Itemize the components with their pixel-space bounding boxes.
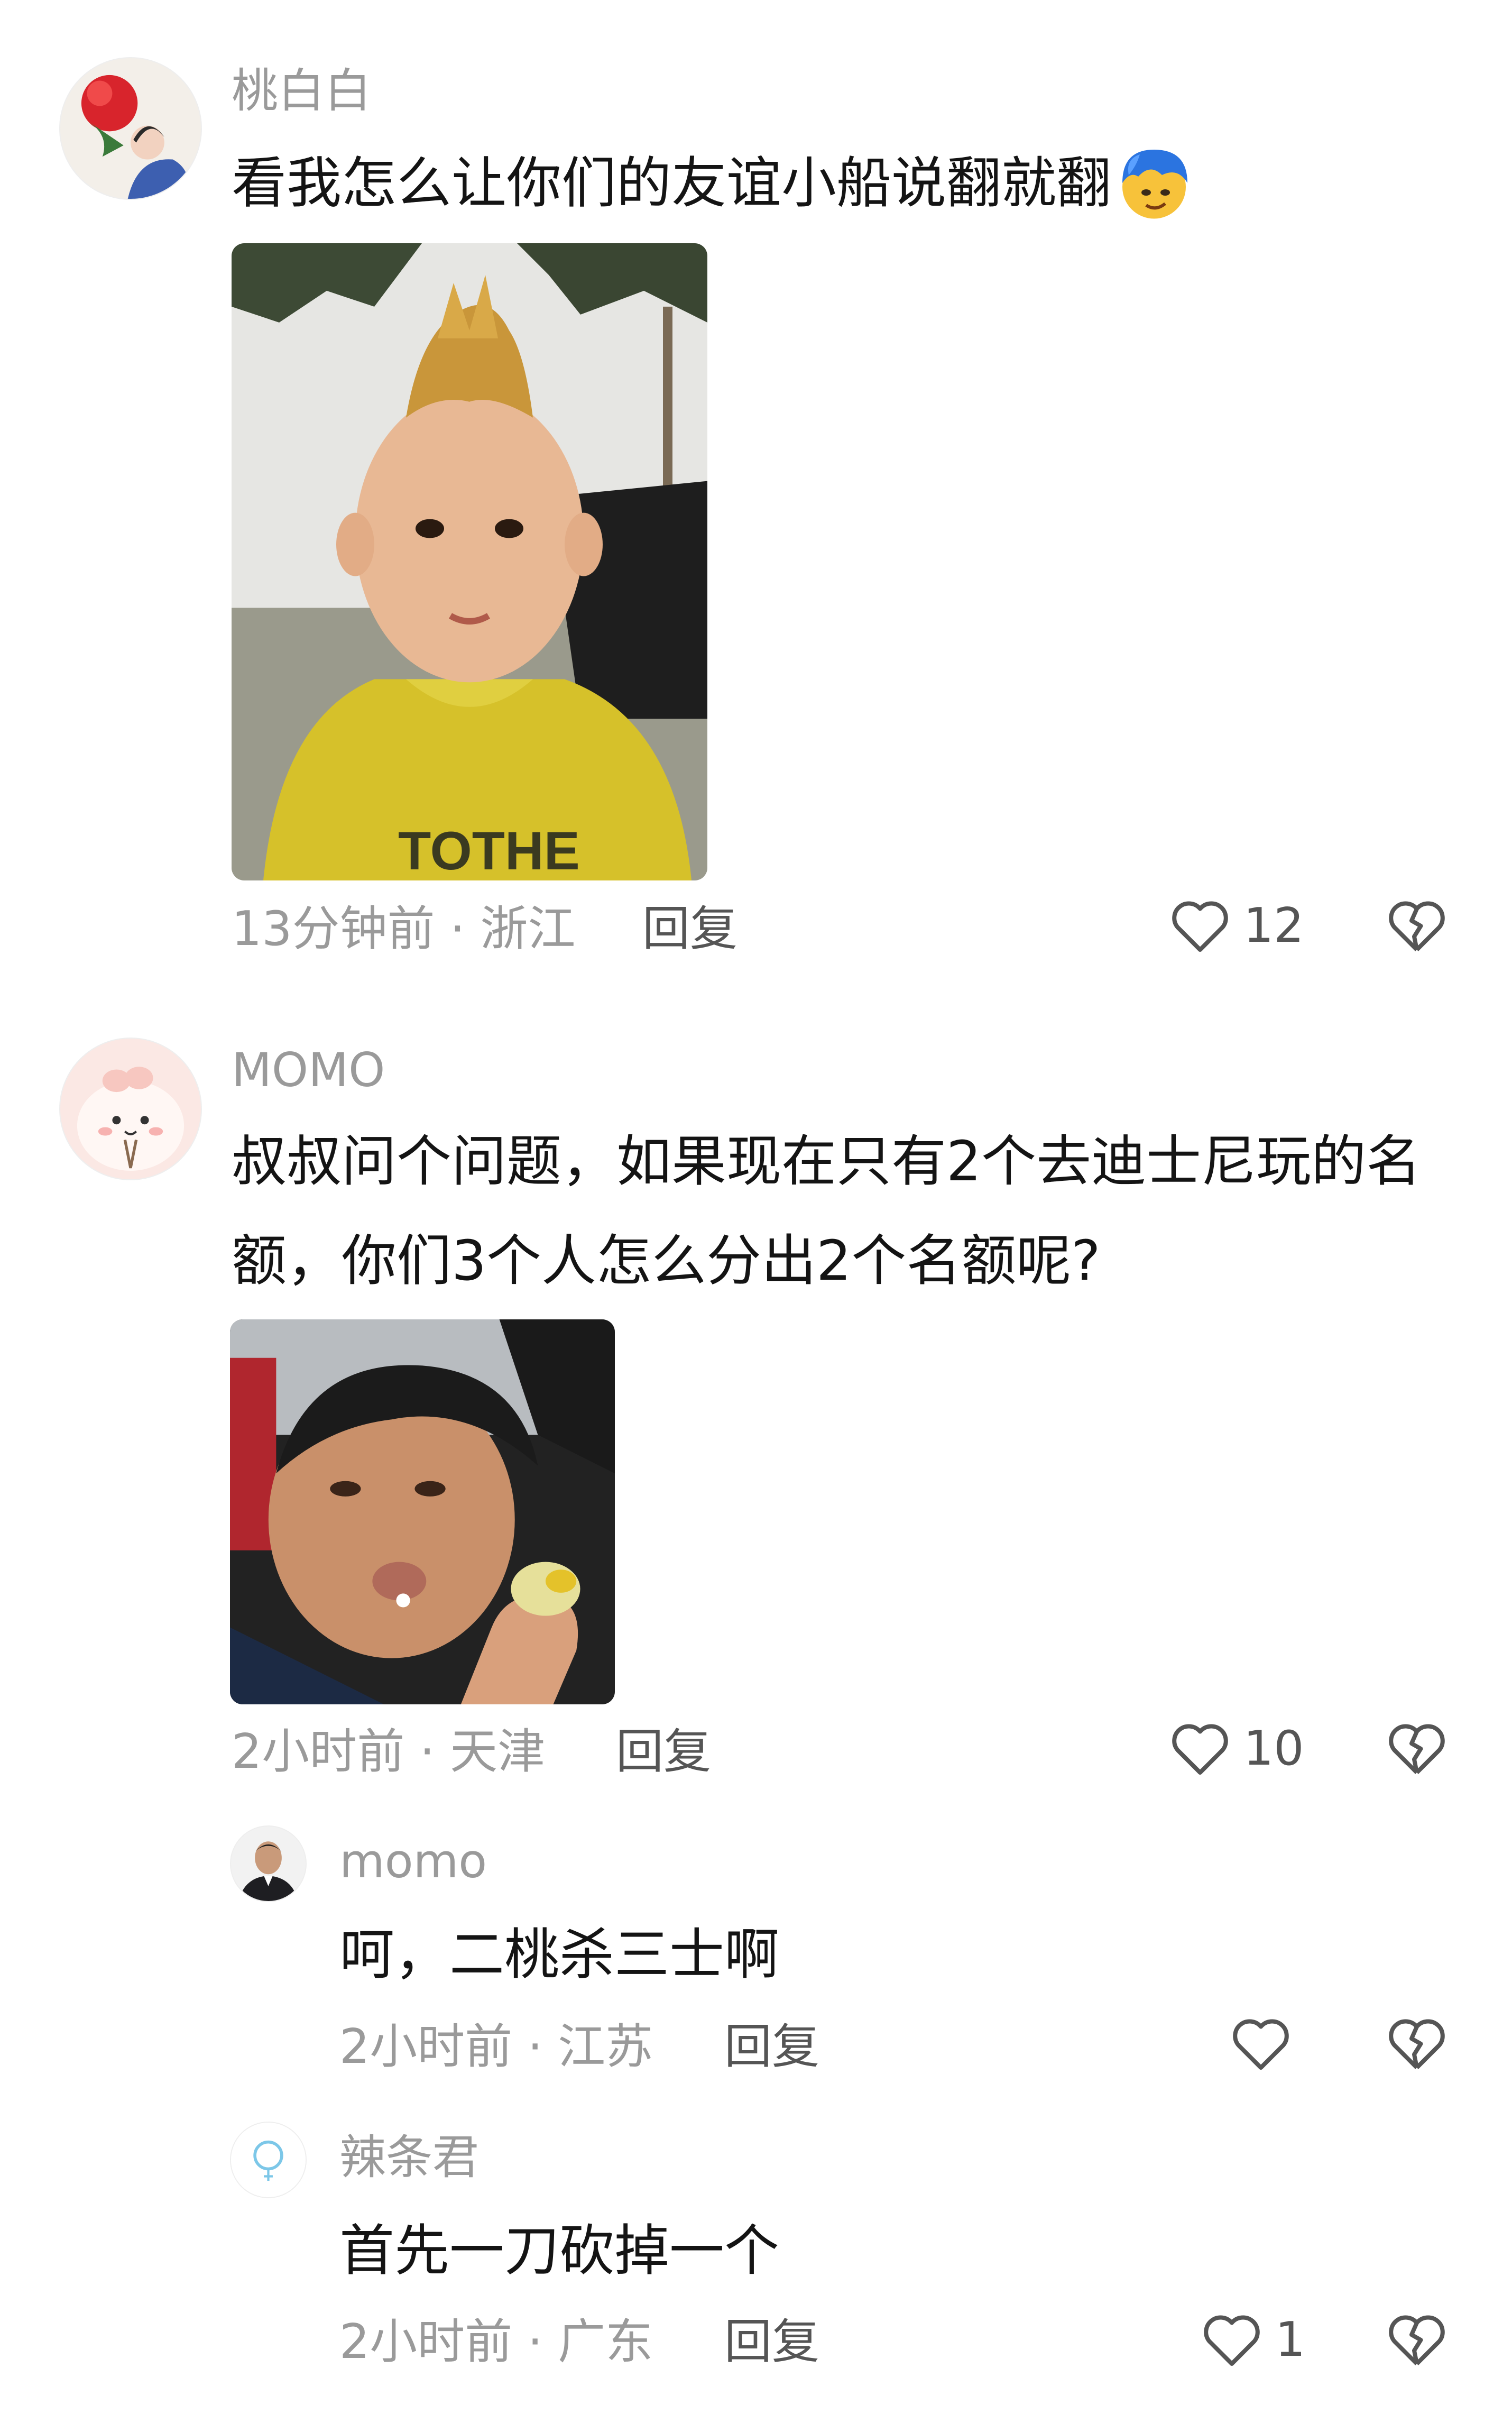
comment-text: 首先一刀砍掉一个 (339, 2218, 780, 2283)
reply-button[interactable]: 回复 (642, 905, 737, 953)
blue-haired-face-emoji-icon (1114, 143, 1194, 223)
comment-text: 看我怎么让你们的友谊小船说翻就翻 (232, 132, 1194, 234)
like-count: 12 (1243, 898, 1304, 953)
avatar[interactable] (230, 1825, 307, 1902)
reply-button[interactable]: 回复 (724, 2318, 819, 2366)
heart-icon (1168, 897, 1232, 955)
avatar[interactable] (59, 57, 202, 200)
dislike-button[interactable] (1385, 2015, 1449, 2073)
time-location: 13分钟前 · 浙江 (232, 901, 576, 957)
like-button[interactable]: 1 (1200, 2311, 1305, 2369)
svg-text:TOTHE: TOTHE (398, 821, 580, 880)
comment-text: 呵，二桃杀三士啊 (339, 1922, 780, 1987)
broken-heart-icon (1385, 897, 1449, 955)
avatar[interactable] (59, 1038, 202, 1180)
heart-icon (1200, 2311, 1264, 2369)
dislike-button[interactable] (1385, 1720, 1449, 1778)
like-count: 10 (1243, 1721, 1304, 1776)
time-location: 2小时前 · 广东 (339, 2314, 653, 2370)
username[interactable]: 桃白白 (232, 68, 371, 114)
comment-text-line-2: 额，你们3个人怎么分出2个名额呢? (232, 1228, 1101, 1293)
dislike-button[interactable] (1385, 897, 1449, 955)
username[interactable]: 辣条君 (339, 2134, 479, 2181)
avatar[interactable] (230, 2122, 307, 2198)
username[interactable]: momo (339, 1838, 487, 1885)
comment-text-line-1: 叔叔问个问题，如果现在只有2个去迪士尼玩的名 (232, 1129, 1422, 1194)
like-button[interactable]: 12 (1168, 897, 1304, 955)
broken-heart-icon (1385, 1720, 1449, 1778)
like-count: 1 (1275, 2312, 1306, 2367)
comment-text-content: 看我怎么让你们的友谊小船说翻就翻 (232, 151, 1112, 215)
heart-icon (1229, 2015, 1293, 2073)
like-button[interactable] (1229, 2015, 1304, 2073)
dislike-button[interactable] (1385, 2311, 1449, 2369)
time-location: 2小时前 · 天津 (232, 1724, 546, 1779)
man-eating-photo[interactable] (230, 1319, 615, 1704)
time-location: 2小时前 · 江苏 (339, 2019, 653, 2075)
heart-icon (1168, 1720, 1232, 1778)
broken-heart-icon (1385, 2311, 1449, 2369)
like-button[interactable]: 10 (1168, 1720, 1304, 1778)
broken-heart-icon (1385, 2015, 1449, 2073)
boy-with-mohawk-photo[interactable]: TOTHE (232, 243, 707, 880)
reply-button[interactable]: 回复 (616, 1728, 711, 1776)
reply-button[interactable]: 回复 (724, 2023, 819, 2071)
username[interactable]: MOMO (232, 1047, 385, 1094)
